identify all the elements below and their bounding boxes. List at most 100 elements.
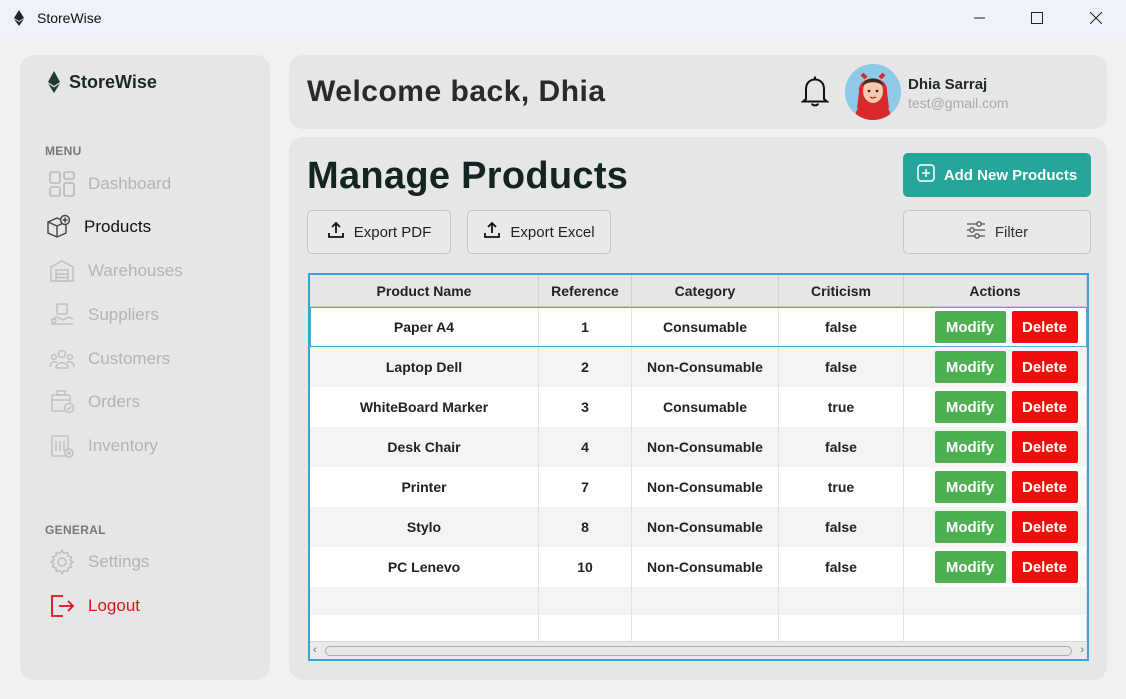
avatar[interactable] (845, 64, 901, 120)
sidebar-item-settings[interactable]: Settings (48, 547, 149, 577)
delete-button[interactable]: Delete (1011, 551, 1078, 583)
filter-button[interactable]: Filter (903, 210, 1091, 254)
delete-button[interactable]: Delete (1011, 391, 1078, 423)
table-row[interactable]: WhiteBoard Marker 3 Consumable true Modi… (310, 387, 1087, 427)
delete-button[interactable]: Delete (1011, 311, 1078, 343)
modify-button[interactable]: Modify (934, 471, 1006, 503)
table-row[interactable]: Printer 7 Non-Consumable true Modify Del… (310, 467, 1087, 507)
cell-reference: 3 (539, 387, 632, 427)
sidebar-item-label: Customers (88, 349, 171, 368)
cell-actions: Modify Delete (904, 387, 1087, 427)
table-row[interactable]: PC Lenevo 10 Non-Consumable false Modify… (310, 547, 1087, 587)
column-header-criticism[interactable]: Criticism (779, 275, 904, 307)
bell-icon[interactable] (800, 75, 830, 112)
sidebar-item-products[interactable]: Products (44, 212, 151, 242)
cell-category: Non-Consumable (632, 347, 779, 387)
page-title: Manage Products (307, 155, 629, 197)
cell-product-name: Desk Chair (310, 427, 539, 467)
cell-criticism: true (779, 467, 904, 507)
minimize-button[interactable] (952, 0, 1008, 36)
sidebar-item-label: Inventory (88, 436, 158, 455)
delete-button[interactable]: Delete (1011, 511, 1078, 543)
column-header-actions[interactable]: Actions (904, 275, 1087, 307)
orders-icon (48, 388, 76, 416)
upload-icon (483, 221, 501, 243)
brand-logo-icon (48, 71, 60, 93)
menu-section-label: MENU (45, 144, 82, 158)
add-new-products-label: Add New Products (943, 166, 1078, 184)
sidebar-item-orders[interactable]: Orders (48, 387, 140, 417)
modify-button[interactable]: Modify (934, 351, 1006, 383)
logout-icon (48, 592, 76, 620)
modify-button[interactable]: Modify (934, 431, 1006, 463)
horizontal-scrollbar[interactable]: ‹ › (310, 641, 1087, 659)
cell-criticism: false (779, 347, 904, 387)
cell-reference: 2 (539, 347, 632, 387)
cell-criticism: true (779, 387, 904, 427)
user-name: Dhia Sarraj (908, 76, 988, 93)
sidebar-item-customers[interactable]: Customers (48, 344, 170, 374)
export-pdf-button[interactable]: Export PDF (307, 210, 451, 254)
modify-button[interactable]: Modify (934, 551, 1006, 583)
delete-button[interactable]: Delete (1011, 351, 1078, 383)
column-header-category[interactable]: Category (632, 275, 779, 307)
delete-button[interactable]: Delete (1011, 431, 1078, 463)
table-header: Product Name Reference Category Criticis… (310, 275, 1087, 307)
scroll-right-arrow-icon[interactable]: › (1080, 644, 1084, 656)
cell-category: Non-Consumable (632, 507, 779, 547)
modify-button[interactable]: Modify (934, 311, 1006, 343)
column-header-reference[interactable]: Reference (539, 275, 632, 307)
products-table[interactable]: Product Name Reference Category Criticis… (308, 273, 1089, 661)
user-email: test@gmail.com (908, 95, 1009, 111)
sidebar-item-label: Orders (88, 392, 140, 411)
brand-name: StoreWise (69, 71, 157, 92)
cell-product-name: WhiteBoard Marker (310, 387, 539, 427)
welcome-message: Welcome back, Dhia (307, 75, 606, 108)
sidebar-item-logout[interactable]: Logout (48, 591, 140, 621)
cell-actions: Modify Delete (904, 467, 1087, 507)
products-icon (44, 213, 72, 241)
cell-criticism: false (779, 547, 904, 587)
table-row[interactable]: Paper A4 1 Consumable false Modify Delet… (310, 307, 1087, 347)
sidebar-item-label: Dashboard (88, 174, 172, 193)
sidebar-item-label: Suppliers (88, 305, 159, 324)
filter-label: Filter (994, 223, 1029, 241)
gear-icon (48, 548, 76, 576)
header-card: Welcome back, Dhia Dhia Sarraj test@gmai… (289, 55, 1107, 129)
sidebar: StoreWise MENU Dashboard Products Wareho… (20, 55, 270, 680)
window-title: StoreWise (37, 10, 102, 26)
table-row[interactable]: Laptop Dell 2 Non-Consumable false Modif… (310, 347, 1087, 387)
cell-product-name: Printer (310, 467, 539, 507)
sidebar-item-dashboard[interactable]: Dashboard (48, 169, 171, 199)
export-pdf-label: Export PDF (353, 223, 432, 241)
cell-category: Non-Consumable (632, 427, 779, 467)
inventory-icon (48, 432, 76, 460)
sidebar-item-inventory[interactable]: Inventory (48, 431, 158, 461)
modify-button[interactable]: Modify (934, 511, 1006, 543)
sidebar-item-suppliers[interactable]: Suppliers (48, 300, 159, 330)
table-row[interactable]: Desk Chair 4 Non-Consumable false Modify… (310, 427, 1087, 467)
general-section-label: GENERAL (45, 523, 106, 537)
cell-criticism: false (779, 427, 904, 467)
sidebar-item-warehouses[interactable]: Warehouses (48, 256, 183, 286)
export-excel-label: Export Excel (510, 223, 595, 241)
scroll-left-arrow-icon[interactable]: ‹ (313, 644, 317, 656)
column-header-product-name[interactable]: Product Name (310, 275, 539, 307)
close-button[interactable] (1068, 0, 1124, 36)
delete-button[interactable]: Delete (1011, 471, 1078, 503)
scrollbar-thumb[interactable] (325, 646, 1072, 656)
window-titlebar: StoreWise (0, 0, 1126, 36)
table-row[interactable]: Stylo 8 Non-Consumable false Modify Dele… (310, 507, 1087, 547)
cell-actions: Modify Delete (904, 507, 1087, 547)
sidebar-item-label: Warehouses (88, 261, 183, 280)
main-card: Manage Products Add New Products Export … (289, 137, 1107, 680)
cell-criticism: false (779, 507, 904, 547)
export-excel-button[interactable]: Export Excel (467, 210, 611, 254)
cell-product-name: Laptop Dell (310, 347, 539, 387)
upload-icon (327, 221, 345, 243)
warehouse-icon (48, 257, 76, 285)
cell-product-name: PC Lenevo (310, 547, 539, 587)
maximize-button[interactable] (1009, 0, 1065, 36)
add-new-products-button[interactable]: Add New Products (903, 153, 1091, 197)
modify-button[interactable]: Modify (934, 391, 1006, 423)
